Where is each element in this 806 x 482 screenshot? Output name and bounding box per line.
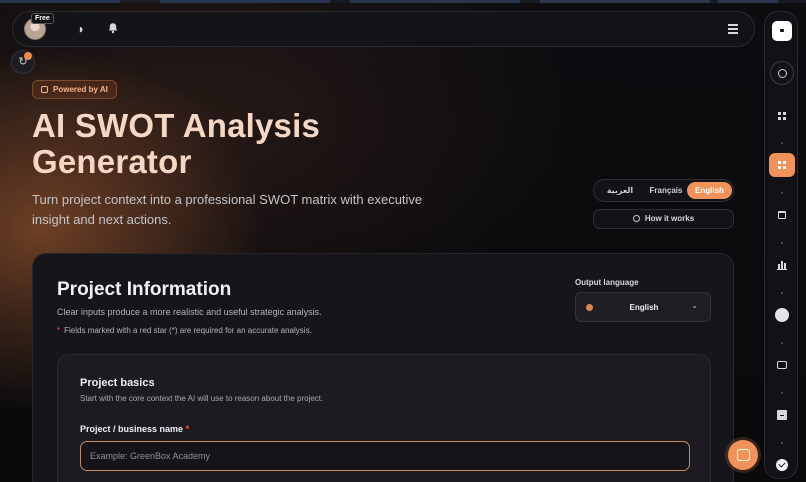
settings-icon[interactable] [774, 307, 790, 323]
project-name-input[interactable] [80, 441, 690, 471]
chevron-down-icon: ⌄ [691, 301, 698, 310]
rail-separator [781, 192, 783, 194]
grid-icon[interactable] [769, 153, 795, 177]
chat-button[interactable] [728, 440, 758, 470]
lang-option-french[interactable]: Français [644, 182, 688, 199]
how-it-works-button[interactable]: How it works [593, 209, 734, 229]
language-switch: العربية Français English [593, 179, 734, 202]
project-name-label-text: Project / business name [80, 424, 184, 434]
bar-chart-icon[interactable] [774, 257, 790, 273]
page-title-line2: Generator [32, 143, 192, 180]
right-sidebar [764, 11, 798, 479]
message-icon[interactable] [774, 357, 790, 373]
rail-separator [781, 342, 783, 344]
info-circle-icon [632, 215, 640, 222]
required-note-text: Fields marked with a red star (*) are re… [64, 326, 312, 335]
project-basics-subtitle: Start with the core context the AI will … [80, 394, 324, 403]
menu-icon[interactable] [728, 24, 738, 36]
how-it-works-label: How it works [644, 214, 695, 223]
theme-contrast-icon[interactable]: ◑ [73, 22, 87, 36]
powered-by-ai-badge: Powered by AI [32, 80, 117, 99]
section-subtitle: Clear inputs produce a more realistic an… [57, 307, 322, 317]
lang-option-english[interactable]: English [687, 182, 732, 199]
rail-separator [781, 142, 783, 144]
logo[interactable] [772, 21, 792, 41]
required-star: * [185, 424, 190, 434]
top-navbar: Free ◑ [12, 11, 755, 47]
rail-separator [781, 292, 783, 294]
dashboard-icon[interactable] [774, 108, 790, 124]
rail-separator [781, 442, 783, 444]
powered-badge-label: Powered by AI [53, 85, 108, 94]
search-icon[interactable] [770, 61, 794, 85]
section-title: Project Information [57, 279, 232, 300]
rail-separator [781, 392, 783, 394]
lang-option-arabic[interactable]: العربية [598, 182, 642, 199]
check-icon[interactable] [774, 457, 790, 473]
bell-icon[interactable] [106, 22, 120, 36]
page-title: AI SWOT Analysis Generator [32, 108, 452, 180]
page-title-line1: AI SWOT Analysis [32, 107, 321, 144]
notification-dot [24, 52, 32, 60]
rail-separator [781, 242, 783, 244]
archive-icon[interactable] [774, 407, 790, 423]
calendar-icon[interactable] [774, 207, 790, 223]
project-basics-card: Project basics Start with the core conte… [57, 354, 711, 482]
page-subtitle: Turn project context into a professional… [32, 192, 423, 227]
project-information-card: Project Information Clear inputs produce… [32, 253, 734, 482]
output-language-label: Output language [575, 278, 639, 287]
project-basics-title: Project basics [80, 377, 155, 389]
output-language-select[interactable]: English ⌄ [575, 292, 711, 322]
plan-badge: Free [31, 13, 54, 24]
project-name-label: Project / business name * [80, 424, 189, 434]
required-note: * Fields marked with a red star (*) are r… [57, 326, 312, 335]
browser-strip [0, 0, 806, 3]
chip-icon [41, 86, 48, 93]
required-star: * [57, 326, 61, 335]
